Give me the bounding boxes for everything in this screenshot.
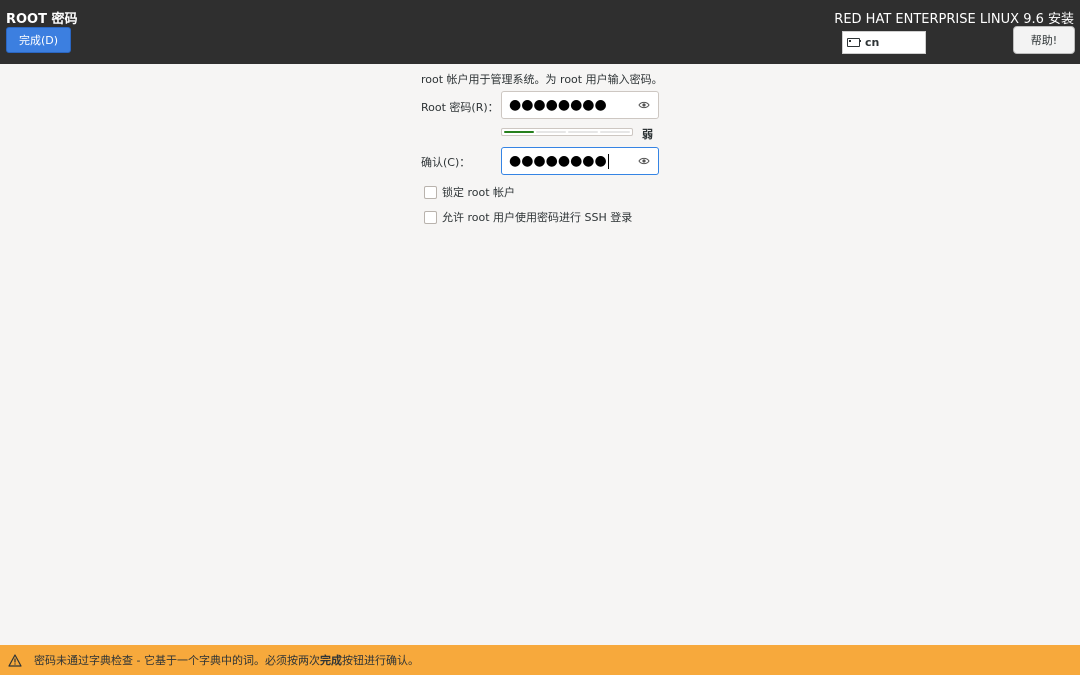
strength-segment	[600, 131, 630, 133]
allow-ssh-label: 允许 root 用户使用密码进行 SSH 登录	[442, 211, 633, 224]
show-password-icon[interactable]	[638, 100, 650, 110]
allow-ssh-checkbox-row[interactable]: 允许 root 用户使用密码进行 SSH 登录	[424, 209, 632, 225]
password-strength-bar	[501, 128, 633, 136]
allow-ssh-checkbox[interactable]	[424, 210, 437, 224]
product-title: RED HAT ENTERPRISE LINUX 9.6 安装	[834, 12, 1074, 27]
password-value: ●●●●●●●●	[509, 97, 607, 113]
strength-segment	[568, 131, 598, 133]
strength-segment	[536, 131, 566, 133]
keyboard-layout-indicator[interactable]: cn	[842, 31, 926, 54]
keyboard-icon	[847, 38, 861, 47]
password-strength-label: 弱	[642, 128, 653, 141]
warning-icon	[8, 653, 22, 667]
help-button[interactable]: 帮助!	[1013, 26, 1075, 54]
confirm-label: 确认(C)：	[421, 156, 471, 169]
lock-root-checkbox-row[interactable]: 锁定 root 帐户	[424, 184, 515, 200]
root-description: root 帐户用于管理系统。为 root 用户输入密码。	[421, 73, 663, 86]
lock-root-label: 锁定 root 帐户	[442, 186, 516, 199]
lock-root-checkbox[interactable]	[424, 185, 437, 199]
warning-message: 密码未通过字典检查 - 它基于一个字典中的词。必须按两次完成按钮进行确认。	[34, 654, 419, 667]
text-caret	[607, 153, 609, 169]
password-label: Root 密码(R)：	[421, 101, 499, 114]
header-bar: ROOT 密码 完成(D) RED HAT ENTERPRISE LINUX 9…	[0, 0, 1080, 64]
show-password-icon[interactable]	[638, 156, 650, 166]
password-field[interactable]: ●●●●●●●●	[501, 91, 659, 119]
keyboard-layout-label: cn	[865, 36, 880, 49]
warning-bar: 密码未通过字典检查 - 它基于一个字典中的词。必须按两次完成按钮进行确认。	[0, 645, 1080, 675]
confirm-password-value: ●●●●●●●●	[509, 153, 607, 169]
strength-segment	[504, 131, 534, 133]
page-title: ROOT 密码	[6, 12, 78, 27]
confirm-password-field[interactable]: ●●●●●●●●	[501, 147, 659, 175]
done-button[interactable]: 完成(D)	[6, 27, 71, 53]
